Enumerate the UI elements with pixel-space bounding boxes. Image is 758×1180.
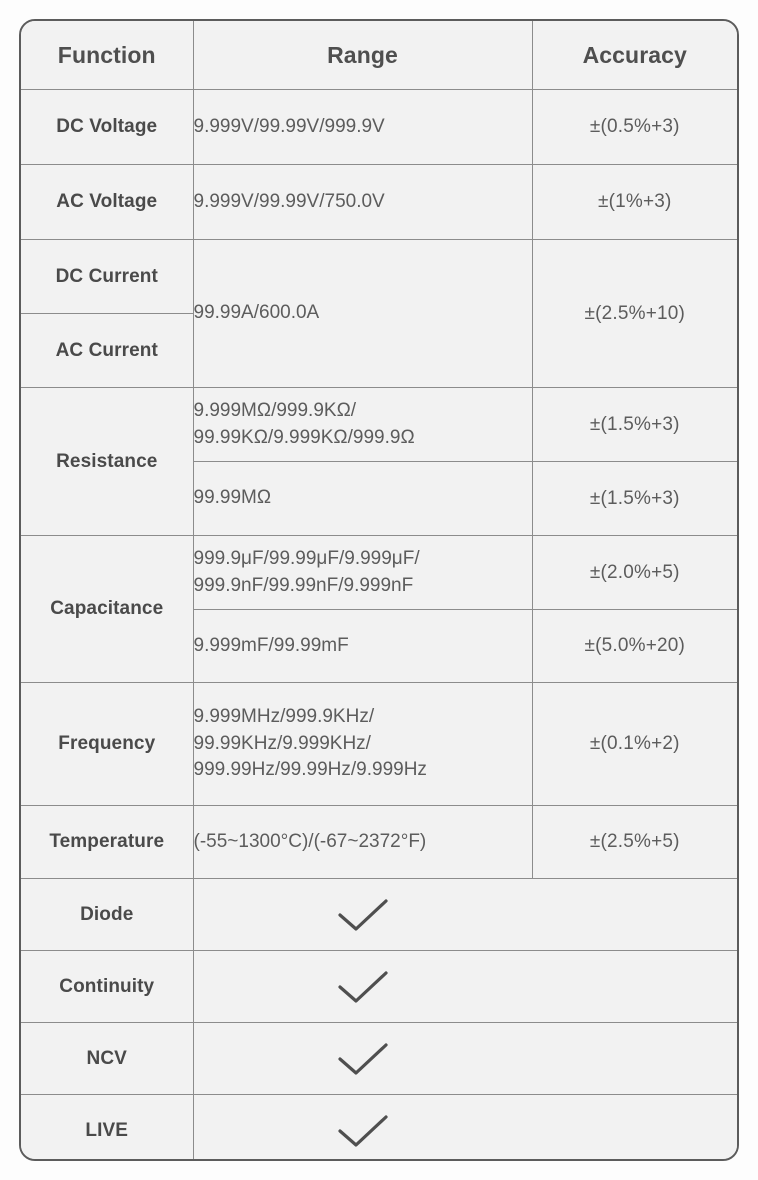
checkmark-icon	[338, 970, 388, 1003]
accuracy-cell-ac-voltage: ±(1%+3)	[531, 164, 737, 240]
table-row: DC Current 99.99A/600.0A ±(2.5%+10)	[21, 239, 737, 388]
support-cell-continuity	[192, 950, 737, 1023]
function-cell-ac-current: AC Current	[21, 313, 193, 388]
support-cell-live	[192, 1094, 737, 1159]
function-cell-dc-current: DC Current	[21, 239, 194, 314]
function-cell-resistance: Resistance	[21, 387, 194, 536]
specification-table: Function Range Accuracy DC Voltage 9.999…	[21, 21, 737, 1159]
accuracy-cell-temperature: ±(2.5%+5)	[531, 805, 737, 879]
table-row: Resistance 9.999MΩ/999.9KΩ/ 99.99KΩ/9.99…	[21, 387, 737, 536]
table-row: LIVE	[21, 1094, 737, 1159]
support-cell-ncv	[192, 1022, 737, 1095]
accuracy-cell-frequency: ±(0.1%+2)	[531, 682, 737, 806]
accuracy-cell-dc-voltage: ±(0.5%+3)	[531, 89, 737, 165]
column-header-accuracy: Accuracy	[531, 21, 737, 90]
checkmark-icon	[338, 1114, 388, 1147]
support-cell-diode	[192, 878, 737, 951]
range-cell-temperature: (-55~1300°C)/(-67~2372°F)	[192, 805, 533, 879]
function-cell-ac-voltage: AC Voltage	[21, 164, 194, 240]
range-cell-frequency: 9.999MHz/999.9KHz/ 99.99KHz/9.999KHz/ 99…	[192, 682, 533, 806]
table-header: Function Range Accuracy	[21, 21, 737, 90]
range-cell-dc-voltage: 9.999V/99.99V/999.9V	[192, 89, 533, 165]
accuracy-cell-resistance-2: ±(1.5%+3)	[531, 461, 737, 536]
function-cell-dc-voltage: DC Voltage	[21, 89, 194, 165]
function-cell-ncv: NCV	[21, 1022, 194, 1095]
column-header-range: Range	[192, 21, 533, 90]
table-row: Diode	[21, 878, 737, 951]
table-row: AC Voltage 9.999V/99.99V/750.0V ±(1%+3)	[21, 164, 737, 240]
function-cell-continuity: Continuity	[21, 950, 194, 1023]
function-cell-capacitance: Capacitance	[21, 535, 194, 683]
function-cell-diode: Diode	[21, 878, 194, 951]
header-row: Function Range Accuracy	[21, 21, 737, 90]
range-cell-ac-voltage: 9.999V/99.99V/750.0V	[192, 164, 533, 240]
function-cell-frequency: Frequency	[21, 682, 194, 806]
range-cell-resistance-1: 9.999MΩ/999.9KΩ/ 99.99KΩ/9.999KΩ/999.9Ω	[192, 387, 533, 462]
checkmark-icon	[338, 1042, 388, 1075]
function-cell-temperature: Temperature	[21, 805, 194, 879]
table-body: DC Voltage 9.999V/99.99V/999.9V ±(0.5%+3…	[21, 89, 737, 1159]
table-row: NCV	[21, 1022, 737, 1095]
range-cell-current: 99.99A/600.0A	[192, 239, 533, 388]
table-row: Frequency 9.999MHz/999.9KHz/ 99.99KHz/9.…	[21, 682, 737, 806]
table-row: Continuity	[21, 950, 737, 1023]
checkmark-icon	[338, 898, 388, 931]
column-header-function: Function	[21, 21, 194, 90]
accuracy-cell-resistance-1: ±(1.5%+3)	[531, 387, 737, 462]
accuracy-cell-current: ±(2.5%+10)	[531, 239, 737, 388]
table-row: DC Voltage 9.999V/99.99V/999.9V ±(0.5%+3…	[21, 89, 737, 165]
range-cell-resistance-2: 99.99MΩ	[193, 461, 533, 536]
table-row: Capacitance 999.9μF/99.99μF/9.999μF/ 999…	[21, 535, 737, 683]
range-cell-capacitance-2: 9.999mF/99.99mF	[193, 609, 533, 683]
accuracy-cell-capacitance-2: ±(5.0%+20)	[531, 609, 737, 683]
table-row: Temperature (-55~1300°C)/(-67~2372°F) ±(…	[21, 805, 737, 879]
range-cell-capacitance-1: 999.9μF/99.99μF/9.999μF/ 999.9nF/99.99nF…	[192, 535, 533, 610]
specification-table-container: Function Range Accuracy DC Voltage 9.999…	[19, 19, 739, 1161]
accuracy-cell-capacitance-1: ±(2.0%+5)	[531, 535, 737, 610]
function-cell-live: LIVE	[21, 1094, 194, 1159]
